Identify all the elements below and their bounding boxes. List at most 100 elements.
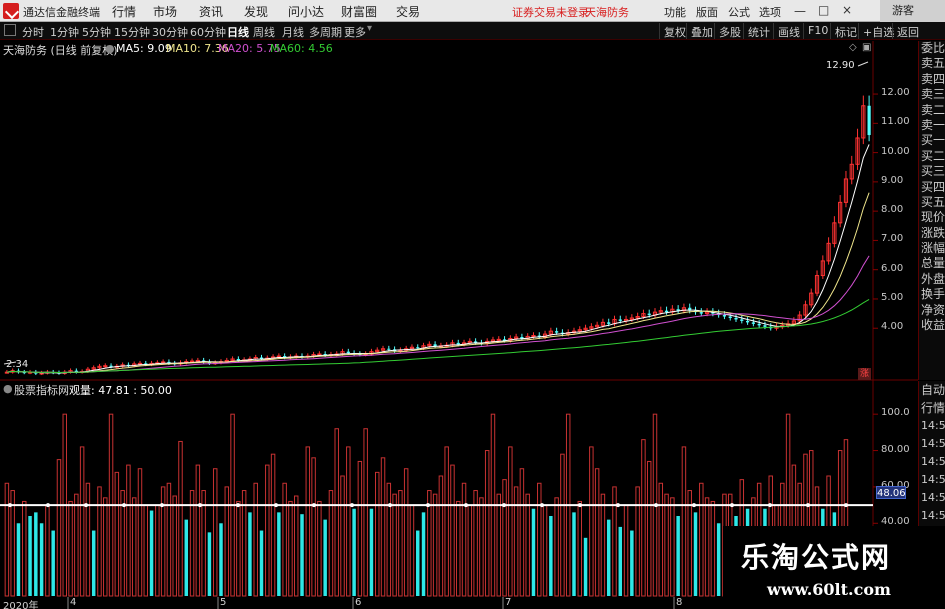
indicator-bar [519,468,525,597]
indicator-bar [39,523,44,596]
candle-body [751,322,755,324]
date-axis-label: 6 [355,597,362,608]
indicator-bar [137,468,143,597]
price-axis-label: 11.00 [881,116,910,128]
date-axis-label: 5 [220,597,227,608]
price-axis-label: 10.00 [881,145,910,157]
indicator-bar [484,450,490,597]
candle-body [722,315,727,317]
candle-body [728,316,732,318]
indicator-bar [699,482,704,597]
max-price-label: 12.90 [826,60,855,71]
indicator-bar [131,497,137,597]
indicator-bar [537,482,542,597]
reference-dot [806,503,810,508]
indicator-bar [126,464,131,597]
indicator-bar [149,510,154,596]
indicator-bar [277,512,281,596]
candle-body [531,335,536,338]
indicator-bar [600,493,606,597]
candle-body [195,359,200,362]
indicator-bar [496,493,501,597]
candle-body [607,322,611,324]
candle-body [757,323,761,326]
tick-time: 14:56 [921,419,945,432]
reference-dot [8,503,12,508]
indicator-bar [554,497,559,597]
indicator-bar [288,500,293,597]
indicator-bar [68,500,73,597]
quote-field-label: 卖一 [921,117,945,132]
indicator-bar [572,512,576,596]
indicator-bar [716,523,721,596]
candle-body [664,310,669,313]
indicator-bar [531,508,536,596]
indicator-bar [334,428,339,597]
indicator-bar [16,523,21,596]
candle-body [416,347,420,349]
indicator-bar [22,500,27,597]
reference-dot [464,503,468,508]
indicator-bar [103,497,108,597]
indicator-bar [479,497,484,597]
indicator-bar [594,468,600,597]
indicator-bar [421,512,426,596]
reference-dot [388,503,392,508]
indicator-bar [704,497,710,597]
indicator-bar [79,446,85,597]
quote-field-label: 外盘 [921,271,945,286]
price-axis-label: 8.00 [881,204,904,216]
quote-field-label: 委比 [921,41,945,55]
reference-dot [844,503,848,508]
date-axis-label: 8 [676,597,683,608]
candle-body [496,338,501,341]
reference-dot [274,503,278,508]
quote-panel: 委比 卖五 卖四 卖三 卖二 卖一 买一 买二 买三 买四 买五 现价 涨跌 涨幅 总量 外盘 换手 净资 收益 [918,41,945,380]
quote-field-label: 卖三 [921,87,945,102]
date-axis-label: 4 [70,597,77,608]
watermark-url: www.60lt.com [767,580,891,599]
indicator-bar [549,516,553,596]
indicator-bar [473,490,478,597]
indicator-bar [4,482,10,597]
tick-time: 14:56 [921,509,945,522]
reference-dot [768,503,772,508]
indicator-bar [635,486,640,597]
candle-body [740,319,744,321]
quote-field-label: 卖五 [921,56,945,71]
indicator-bar [676,516,680,596]
reference-dot [692,503,696,508]
indicator-bar [450,464,455,597]
reference-dot [46,503,50,508]
reference-dot [426,503,430,508]
indicator-bar [467,504,473,597]
indicator-bar [618,526,623,596]
indicator-bar [542,504,548,597]
indicator-bar [432,493,438,597]
indicator-bar [323,519,327,596]
indicator-bar [265,464,270,597]
price-axis-label: 7.00 [881,233,904,245]
indicator-bar [438,475,444,597]
indicator-bar [270,453,276,597]
indicator-bar [241,490,247,597]
indicator-bar [300,514,304,596]
indicator-bar [461,482,467,597]
tick-panel-header[interactable]: 自动 [919,381,945,399]
tick-panel-header[interactable]: 行情 [919,399,945,417]
indicator-bar [51,530,55,596]
indicator-bar [282,482,287,597]
reference-dot [616,503,620,508]
indicator-bar [606,519,611,596]
candle-body [618,319,622,321]
candle-body [387,348,391,350]
indicator-bar [710,500,716,597]
min-price-label: 2.34 [6,359,29,370]
indicator-bar [693,512,698,596]
indicator-bar [375,471,380,597]
chart-canvas[interactable] [0,0,945,609]
candle-body [734,317,738,320]
ma60-line [6,298,870,374]
indicator-bar [577,500,583,597]
indicator-bar [91,530,96,596]
